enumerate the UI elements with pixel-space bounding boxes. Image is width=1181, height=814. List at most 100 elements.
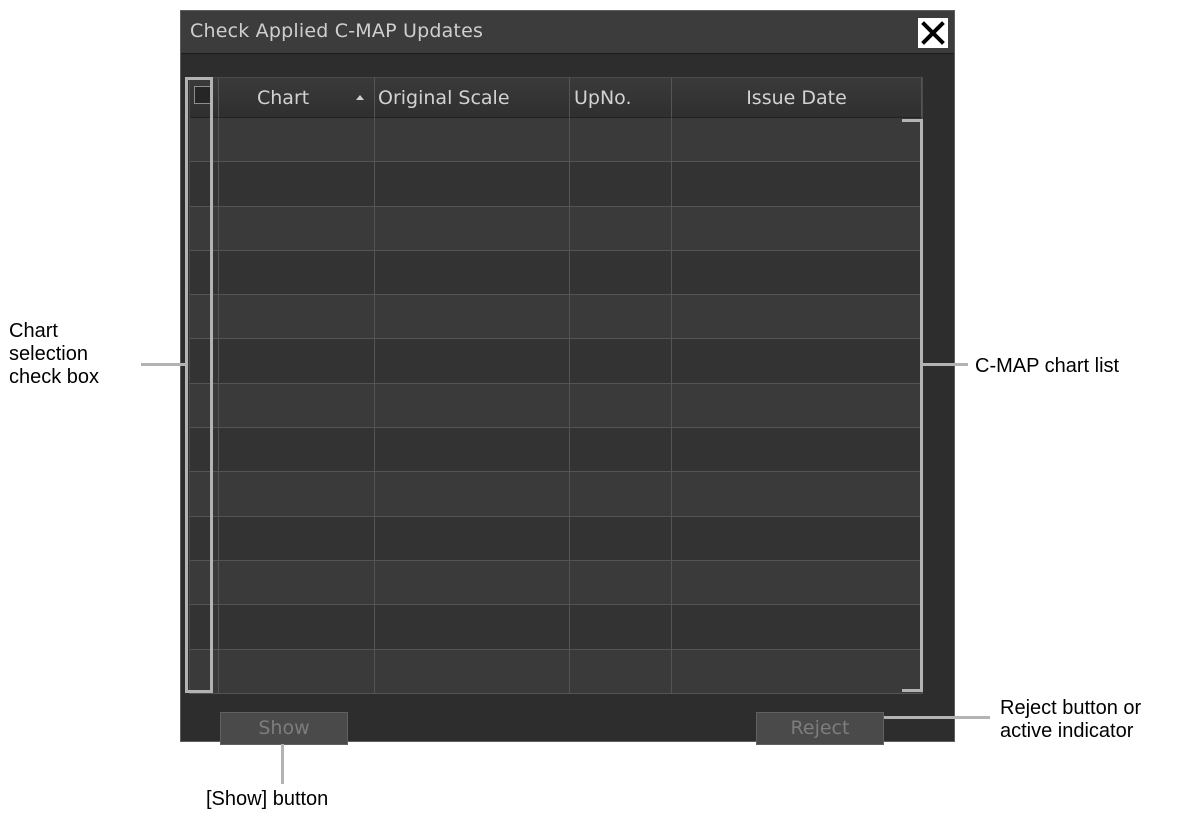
cell-original-scale	[375, 162, 570, 206]
cell-issue-date	[672, 649, 922, 693]
sort-ascending-icon	[356, 95, 364, 100]
checkbox-bracket-left	[185, 77, 188, 693]
cell-issue-date	[672, 250, 922, 295]
cell-chart	[219, 560, 375, 605]
reject-leader-line	[884, 716, 990, 719]
cell-original-scale	[375, 472, 570, 516]
cell-upno	[570, 428, 672, 472]
table-row[interactable]	[190, 649, 922, 694]
cell-upno	[570, 560, 672, 605]
table-row[interactable]	[190, 428, 922, 473]
cell-issue-date	[672, 339, 922, 383]
cell-original-scale	[375, 428, 570, 472]
close-icon[interactable]	[918, 18, 948, 48]
dialog-titlebar: Check Applied C-MAP Updates	[181, 11, 954, 54]
chart-list-annotation: C-MAP chart list	[975, 355, 1120, 377]
table-row[interactable]	[190, 250, 922, 296]
row-checkbox-cell[interactable]	[190, 118, 219, 162]
table-body	[190, 118, 922, 694]
checkbox-leader-line	[141, 363, 185, 366]
table-row[interactable]	[190, 339, 922, 384]
checkbox-bracket-top	[185, 77, 213, 80]
row-checkbox-cell[interactable]	[190, 206, 219, 250]
cell-chart	[219, 428, 375, 472]
list-bracket-top	[902, 119, 923, 122]
show-button[interactable]: Show	[220, 712, 348, 745]
cell-original-scale	[375, 206, 570, 250]
row-checkbox-cell[interactable]	[190, 250, 219, 295]
table-row[interactable]	[190, 206, 922, 251]
cell-issue-date	[672, 605, 922, 649]
column-header-issue-date[interactable]: Issue Date	[672, 78, 922, 118]
row-checkbox-cell[interactable]	[190, 162, 219, 206]
cell-upno	[570, 162, 672, 206]
dialog-title: Check Applied C-MAP Updates	[190, 20, 484, 42]
cell-upno	[570, 250, 672, 295]
table-row[interactable]	[190, 383, 922, 429]
row-checkbox-cell[interactable]	[190, 649, 219, 693]
table-row[interactable]	[190, 516, 922, 561]
row-checkbox-cell[interactable]	[190, 383, 219, 428]
cell-original-scale	[375, 118, 570, 162]
list-bracket-bottom	[902, 689, 923, 692]
cell-chart	[219, 250, 375, 295]
table-row[interactable]	[190, 162, 922, 207]
cell-chart	[219, 339, 375, 383]
table-row[interactable]	[190, 118, 922, 163]
list-leader-line	[920, 363, 968, 366]
cell-original-scale	[375, 649, 570, 693]
cell-chart	[219, 472, 375, 516]
cell-original-scale	[375, 383, 570, 428]
table-row[interactable]	[190, 295, 922, 340]
cell-upno	[570, 472, 672, 516]
cell-upno	[570, 516, 672, 560]
row-checkbox-cell[interactable]	[190, 339, 219, 383]
cell-chart	[219, 649, 375, 693]
row-checkbox-cell[interactable]	[190, 560, 219, 605]
cell-upno	[570, 295, 672, 339]
row-checkbox-cell[interactable]	[190, 605, 219, 649]
check-applied-cmap-updates-dialog: Check Applied C-MAP Updates Chart Origin…	[180, 10, 955, 745]
cell-chart	[219, 162, 375, 206]
table-row[interactable]	[190, 605, 922, 650]
cell-upno	[570, 118, 672, 162]
table-row[interactable]	[190, 560, 922, 606]
row-checkbox-cell[interactable]	[190, 516, 219, 560]
cell-issue-date	[672, 206, 922, 250]
cell-upno	[570, 206, 672, 250]
column-header-original-scale[interactable]: Original Scale	[375, 78, 570, 118]
table-row[interactable]	[190, 472, 922, 517]
cell-chart	[219, 118, 375, 162]
row-checkbox-cell[interactable]	[190, 295, 219, 339]
cell-issue-date	[672, 516, 922, 560]
checkbox-annotation: Chart selection check box	[9, 320, 100, 388]
show-annotation: [Show] button	[206, 788, 329, 810]
checkbox-bracket-bottom	[185, 690, 213, 693]
cell-chart	[219, 295, 375, 339]
row-checkbox-cell[interactable]	[190, 428, 219, 472]
select-all-header	[190, 78, 219, 118]
cell-original-scale	[375, 560, 570, 605]
cell-issue-date	[672, 162, 922, 206]
row-checkbox-cell[interactable]	[190, 472, 219, 516]
column-header-original-scale-label: Original Scale	[378, 87, 510, 109]
column-header-upno[interactable]: UpNo.	[570, 78, 672, 118]
cell-upno	[570, 605, 672, 649]
cell-chart	[219, 516, 375, 560]
cell-upno	[570, 339, 672, 383]
reject-button[interactable]: Reject	[756, 712, 884, 745]
cell-upno	[570, 649, 672, 693]
cell-issue-date	[672, 383, 922, 428]
checkbox-bracket-right	[210, 77, 213, 693]
cell-chart	[219, 383, 375, 428]
cell-original-scale	[375, 295, 570, 339]
cell-original-scale	[375, 250, 570, 295]
reject-annotation: Reject button or active indicator	[1000, 697, 1142, 742]
cell-issue-date	[672, 560, 922, 605]
cell-chart	[219, 605, 375, 649]
cell-original-scale	[375, 516, 570, 560]
cell-original-scale	[375, 339, 570, 383]
column-header-chart[interactable]: Chart	[219, 78, 375, 118]
cmap-chart-list: Chart Original Scale UpNo. Issue Date	[189, 77, 923, 694]
column-header-issue-date-label: Issue Date	[746, 87, 847, 109]
